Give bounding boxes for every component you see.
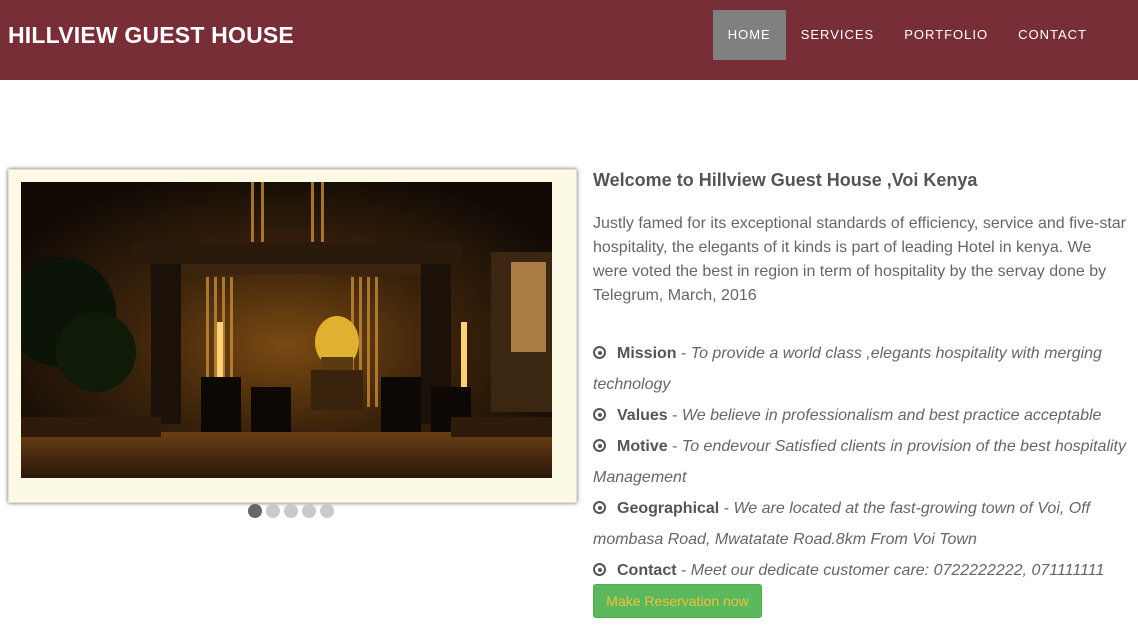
list-item-motive: Motive - To endevour Satisfied clients i… xyxy=(593,438,1126,486)
item-label: Values xyxy=(617,407,668,424)
slider-dot-4[interactable] xyxy=(302,504,316,518)
item-label: Motive xyxy=(617,438,668,455)
image-slider[interactable] xyxy=(8,169,577,503)
slider-pagination xyxy=(248,504,338,518)
list-item-geographical: Geographical - We are located at the fas… xyxy=(593,500,1091,548)
list-item-contact: Contact - Meet our dedicate customer car… xyxy=(593,555,1138,586)
bullet-circle-icon xyxy=(593,408,606,421)
navbar: HILLVIEW GUEST HOUSE HOME SERVICES PORTF… xyxy=(0,0,1138,80)
bullet-circle-icon xyxy=(593,563,606,576)
nav-portfolio[interactable]: PORTFOLIO xyxy=(889,10,1003,60)
item-label: Mission xyxy=(617,345,677,362)
slider-dot-2[interactable] xyxy=(266,504,280,518)
item-label: Contact xyxy=(617,562,677,579)
bullet-circle-icon xyxy=(593,346,606,359)
item-text: Meet our dedicate customer care: 0722222… xyxy=(690,562,1105,579)
make-reservation-button[interactable]: Make Reservation now xyxy=(593,584,762,618)
nav-services[interactable]: SERVICES xyxy=(786,10,890,60)
main-nav: HOME SERVICES PORTFOLIO CONTACT xyxy=(712,10,1102,60)
list-item-values: Values - We believe in professionalism a… xyxy=(593,400,1138,431)
hotel-lobby-image xyxy=(21,182,552,478)
intro-paragraph: Justly famed for its exceptional standar… xyxy=(593,215,1126,304)
item-text: We believe in professionalism and best p… xyxy=(681,407,1102,424)
slide-image xyxy=(21,182,552,478)
brand-title[interactable]: HILLVIEW GUEST HOUSE xyxy=(8,22,294,49)
list-item-mission: Mission - To provide a world class ,eleg… xyxy=(593,345,1102,393)
item-label: Geographical xyxy=(617,500,720,517)
slider-dot-1[interactable] xyxy=(248,504,262,518)
welcome-title: Welcome to Hillview Guest House ,Voi Ken… xyxy=(593,170,978,190)
nav-home[interactable]: HOME xyxy=(712,10,786,60)
bullet-circle-icon xyxy=(593,439,606,452)
nav-contact[interactable]: CONTACT xyxy=(1003,10,1102,60)
bullet-circle-icon xyxy=(593,501,606,514)
feature-list: Mission - To provide a world class ,eleg… xyxy=(593,338,1138,586)
slider-dot-5[interactable] xyxy=(320,504,334,518)
slider-dot-3[interactable] xyxy=(284,504,298,518)
